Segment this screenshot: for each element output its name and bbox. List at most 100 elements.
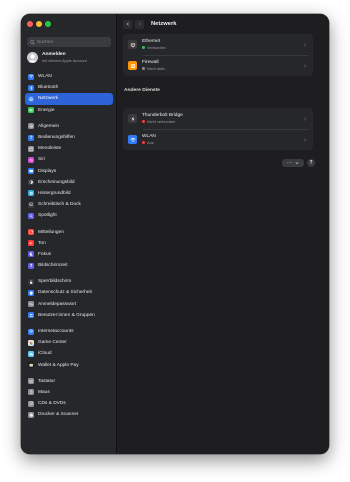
- service-status-text: Aus: [147, 140, 154, 145]
- more-actions-button[interactable]: ···: [282, 159, 304, 167]
- status-dot-icon: [142, 67, 145, 70]
- sidebar-item-internetaccounts[interactable]: Internetaccounts: [25, 326, 113, 337]
- sidebar-item-displays[interactable]: Displays: [25, 166, 113, 177]
- service-row[interactable]: Thunderbolt Bridge Nicht verbunden: [123, 108, 313, 129]
- service-row[interactable]: Ethernet Verbunden: [123, 34, 313, 55]
- sidebar-item-cds-dvds[interactable]: CDs & DVDs: [25, 398, 113, 409]
- service-row[interactable]: WLAN Aus: [123, 129, 313, 150]
- sidebar-icon: [28, 389, 34, 396]
- sidebar-icon: [28, 229, 34, 236]
- notifications-icon: [29, 230, 33, 234]
- thunderbolt-icon: [131, 116, 134, 121]
- sidebar-item-anmeldepasswort[interactable]: Anmeldepasswort: [25, 299, 113, 310]
- services-group: Ethernet Verbunden Firewall Nicht aktiv: [123, 34, 313, 76]
- appearance-icon: [29, 180, 33, 185]
- wifi-icon: [29, 75, 33, 79]
- back-button[interactable]: [123, 19, 132, 29]
- sidebar-icon: [28, 301, 34, 308]
- help-icon: ?: [309, 160, 313, 166]
- sidebar-icon: [28, 400, 34, 407]
- bluetooth-icon: [29, 85, 33, 90]
- firewall-icon: [130, 63, 135, 68]
- sidebar-icon: [28, 168, 34, 175]
- sidebar-icon: [28, 262, 34, 269]
- sidebar-item-label: CDs & DVDs: [38, 401, 66, 407]
- sidebar-item-bedienungshilfen[interactable]: Bedienungshilfen: [25, 132, 113, 143]
- sidebar-item-allgemein[interactable]: Allgemein: [25, 121, 113, 132]
- sidebar-item-label: Anmeldepasswort: [38, 301, 77, 307]
- sidebar-item-tastatur[interactable]: Tastatur: [25, 376, 113, 387]
- disc-icon: [29, 401, 33, 406]
- sidebar-item-netzwerk[interactable]: Netzwerk: [25, 93, 113, 105]
- sidebar-item-bildschirmzeit[interactable]: Bildschirmzeit: [25, 260, 113, 271]
- sidebar-item-label: Menüleiste: [38, 146, 62, 152]
- sidebar-item-fokus[interactable]: Fokus: [25, 249, 113, 260]
- display-icon: [29, 169, 33, 173]
- menubar-icon: [29, 147, 33, 151]
- close-window-button[interactable]: [27, 21, 33, 27]
- sidebar-item-erscheinungsbild[interactable]: Erscheinungsbild: [25, 177, 113, 188]
- keyboard-icon: [29, 380, 33, 383]
- sidebar-item-ton[interactable]: Ton: [25, 238, 113, 249]
- sidebar-item-sperrbildschirm[interactable]: Sperrbildschirm: [25, 276, 113, 287]
- minimize-window-button[interactable]: [36, 21, 42, 27]
- sidebar-item-schreibtisch-dock[interactable]: Schreibtisch & Dock: [25, 199, 113, 210]
- forward-button[interactable]: [135, 19, 144, 29]
- chevron-right-icon: [304, 137, 307, 142]
- wifi-icon: [129, 137, 136, 142]
- sidebar-item-bluetooth[interactable]: Bluetooth: [25, 82, 113, 93]
- focus-icon: [29, 252, 33, 256]
- sidebar-item-drucker-scanner[interactable]: Drucker & Scanner: [25, 409, 113, 420]
- sidebar-item-datenschutz-sicherheit[interactable]: Datenschutz & Sicherheit: [25, 287, 113, 298]
- search-icon: [30, 39, 35, 45]
- screentime-icon: [29, 264, 33, 267]
- section-heading: Andere Dienste: [124, 88, 160, 93]
- sidebar-item-maus[interactable]: Maus: [25, 387, 113, 398]
- sidebar-item-siri[interactable]: Siri: [25, 154, 113, 165]
- sidebar-item-mitteilungen[interactable]: Mitteilungen: [25, 226, 113, 237]
- sidebar-item-spotlight[interactable]: Spotlight: [25, 210, 113, 221]
- battery-icon: [29, 109, 33, 112]
- sidebar-item-label: Bluetooth: [38, 85, 59, 91]
- toolbar: Netzwerk: [117, 14, 329, 34]
- service-status: Nicht aktiv: [142, 66, 303, 71]
- sidebar-icon: [28, 411, 34, 418]
- sidebar-item-game-center[interactable]: Game Center: [25, 337, 113, 348]
- sidebar-item-label: Maus: [38, 389, 50, 395]
- status-dot-icon: [142, 120, 145, 123]
- zoom-window-button[interactable]: [45, 21, 51, 27]
- sidebar-item-label: Siri: [38, 157, 45, 163]
- sidebar-icon: [28, 378, 34, 385]
- sidebar-item-hintergrundbild[interactable]: Hintergrundbild: [25, 188, 113, 199]
- sidebar-item-label: Drucker & Scanner: [38, 412, 79, 418]
- sidebar-icon: [28, 179, 34, 186]
- sidebar-item-label: Hintergrundbild: [38, 190, 71, 196]
- settings-window: Anmelden mit deinem Apple Account WLAN Bl…: [21, 14, 329, 454]
- sidebar-item-label: Tastatur: [38, 378, 56, 384]
- account-signin[interactable]: Anmelden mit deinem Apple Account: [27, 52, 113, 63]
- service-row[interactable]: Firewall Nicht aktiv: [123, 55, 313, 76]
- lockscreen-icon: [29, 280, 33, 284]
- search-field[interactable]: [27, 37, 111, 47]
- gamecenter-icon: [29, 341, 33, 345]
- chevron-right-icon: [304, 116, 307, 121]
- sidebar-item-menüleiste[interactable]: Menüleiste: [25, 143, 113, 154]
- help-button[interactable]: ?: [307, 159, 315, 167]
- sidebar-item-wlan[interactable]: WLAN: [25, 71, 113, 82]
- other-services-group: Thunderbolt Bridge Nicht verbunden WLAN Aus: [123, 108, 313, 150]
- at-icon: [29, 329, 33, 334]
- sidebar-item-icloud[interactable]: iCloud: [25, 348, 113, 359]
- person-icon: [28, 54, 37, 63]
- sidebar-item-benutzer-innen-gruppen[interactable]: Benutzer:innen & Gruppen: [25, 310, 113, 321]
- search-input[interactable]: [37, 39, 107, 45]
- sidebar-item-label: Bedienungshilfen: [38, 135, 75, 141]
- service-status: Aus: [142, 140, 303, 145]
- sidebar-item-energie[interactable]: Energie: [25, 105, 113, 116]
- sidebar-item-label: iCloud: [38, 351, 52, 357]
- sidebar-icon: [28, 350, 34, 357]
- sidebar-icon: [28, 278, 34, 285]
- status-dot-icon: [142, 46, 145, 49]
- service-status: Nicht verbunden: [142, 119, 303, 124]
- sidebar-item-wallet-apple-pay[interactable]: Wallet & Apple Pay: [25, 360, 113, 371]
